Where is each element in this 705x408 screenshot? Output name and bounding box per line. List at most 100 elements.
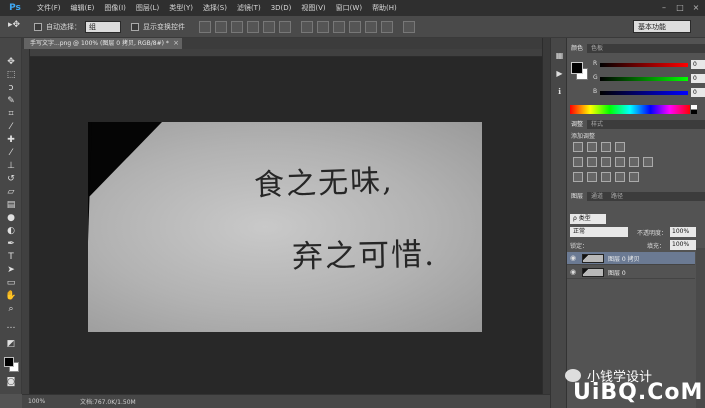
menu-view[interactable]: 视图(V)	[296, 3, 330, 13]
healing-brush-tool-icon[interactable]: ✚	[4, 134, 18, 146]
brush-tool-icon[interactable]: ⁄	[4, 147, 18, 159]
posterize-icon[interactable]	[587, 172, 597, 182]
maximize-icon[interactable]: □	[673, 2, 687, 14]
tab-paths[interactable]: 路径	[607, 192, 627, 201]
menu-image[interactable]: 图像(I)	[99, 3, 131, 13]
layer-row[interactable]: ◉ 图层 0 拷贝	[567, 252, 695, 265]
eye-icon[interactable]: ◉	[567, 268, 579, 276]
red-value[interactable]: 0	[691, 60, 705, 69]
color-spectrum[interactable]	[570, 105, 690, 114]
distribute-left-icon[interactable]	[349, 20, 361, 33]
tab-color[interactable]: 颜色	[567, 44, 588, 53]
tab-styles[interactable]: 样式	[587, 120, 607, 129]
layer-row[interactable]: ◉ 图层 0	[567, 266, 695, 279]
close-icon[interactable]: ×	[689, 2, 703, 14]
color-balance-icon[interactable]	[601, 157, 611, 167]
quick-select-tool-icon[interactable]: ✎	[4, 95, 18, 107]
hand-tool-icon[interactable]: ✋	[4, 290, 18, 302]
fill-input[interactable]: 100%	[670, 240, 696, 250]
blue-value[interactable]: 0	[691, 88, 705, 97]
auto-select-dropdown[interactable]: 组	[85, 20, 121, 33]
blend-mode-select[interactable]: 正常	[570, 227, 628, 237]
history-panel-icon[interactable]: ▦	[554, 50, 565, 61]
menu-type[interactable]: 类型(Y)	[164, 3, 198, 13]
type-tool-icon[interactable]: T	[4, 251, 18, 263]
brightness-icon[interactable]	[573, 142, 583, 152]
actions-panel-icon[interactable]: ▶	[554, 68, 565, 79]
blue-slider[interactable]: B 0	[593, 88, 705, 98]
align-left-icon[interactable]	[247, 20, 259, 33]
foreground-color-swatch[interactable]	[4, 357, 14, 367]
invert-icon[interactable]	[573, 172, 583, 182]
workspace-dropdown[interactable]: 基本功能	[633, 20, 691, 33]
hue-saturation-icon[interactable]	[587, 157, 597, 167]
quick-mask-icon[interactable]: ◙	[4, 376, 18, 388]
menu-help[interactable]: 帮助(H)	[367, 3, 402, 13]
menu-3d[interactable]: 3D(D)	[266, 4, 297, 12]
tab-close-icon[interactable]: ×	[173, 38, 179, 49]
clone-stamp-tool-icon[interactable]: ⊥	[4, 160, 18, 172]
opacity-input[interactable]: 100%	[670, 227, 696, 237]
zoom-tool-icon[interactable]: ⌕	[4, 303, 18, 315]
curves-icon[interactable]	[601, 142, 611, 152]
distribute-bottom-icon[interactable]	[333, 20, 345, 33]
eye-icon[interactable]: ◉	[567, 254, 579, 262]
exposure-icon[interactable]	[615, 142, 625, 152]
auto-select-checkbox[interactable]	[34, 22, 42, 31]
levels-icon[interactable]	[587, 142, 597, 152]
tab-channels[interactable]: 通道	[587, 192, 607, 201]
lasso-tool-icon[interactable]: ↄ	[4, 82, 18, 94]
minimize-icon[interactable]: –	[657, 2, 671, 14]
dodge-tool-icon[interactable]: ◐	[4, 225, 18, 237]
distribute-right-icon[interactable]	[381, 20, 393, 33]
selective-color-icon[interactable]	[629, 172, 639, 182]
menu-edit[interactable]: 编辑(E)	[66, 3, 100, 13]
pen-tool-icon[interactable]: ✒	[4, 238, 18, 250]
tab-swatches[interactable]: 色板	[587, 44, 607, 53]
gradient-tool-icon[interactable]: ▤	[4, 199, 18, 211]
document-tab[interactable]: 手写文字...png @ 100% (图层 0 拷贝, RGB/8#) * ×	[24, 38, 182, 49]
black-white-icon[interactable]	[615, 157, 625, 167]
red-track[interactable]	[600, 63, 688, 67]
black-white-ramp[interactable]	[691, 105, 697, 114]
properties-panel-icon[interactable]: ℹ	[554, 86, 565, 97]
distribute-top-icon[interactable]	[301, 20, 313, 33]
vibrance-icon[interactable]	[573, 157, 583, 167]
green-track[interactable]	[600, 77, 688, 81]
history-brush-tool-icon[interactable]: ↺	[4, 173, 18, 185]
blue-track[interactable]	[600, 91, 688, 95]
eraser-tool-icon[interactable]: ▱	[4, 186, 18, 198]
default-colors-icon[interactable]: ◩	[4, 338, 18, 350]
eyedropper-tool-icon[interactable]: ⁄	[4, 121, 18, 133]
align-center-icon[interactable]	[263, 20, 275, 33]
photo-filter-icon[interactable]	[629, 157, 639, 167]
distribute-center-icon[interactable]	[365, 20, 377, 33]
auto-align-icon[interactable]	[403, 20, 415, 33]
move-tool-icon[interactable]: ▸✥	[8, 20, 28, 34]
tab-adjustments[interactable]: 调整	[567, 120, 588, 129]
align-middle-icon[interactable]	[215, 20, 227, 33]
tab-layers[interactable]: 图层	[567, 192, 588, 201]
canvas-scrollbar[interactable]	[542, 38, 550, 394]
layer-kind-filter[interactable]: ρ 类型	[570, 214, 606, 224]
align-right-icon[interactable]	[279, 20, 291, 33]
transform-controls-checkbox[interactable]	[131, 22, 139, 31]
move-tool-icon[interactable]: ✥	[4, 56, 18, 68]
green-slider[interactable]: G 0	[593, 74, 705, 84]
threshold-icon[interactable]	[601, 172, 611, 182]
path-select-tool-icon[interactable]: ➤	[4, 264, 18, 276]
gradient-map-icon[interactable]	[615, 172, 625, 182]
menu-select[interactable]: 选择(S)	[198, 3, 232, 13]
menu-file[interactable]: 文件(F)	[32, 3, 66, 13]
crop-tool-icon[interactable]: ⌗	[4, 108, 18, 120]
zoom-level[interactable]: 100%	[22, 398, 62, 405]
green-value[interactable]: 0	[691, 74, 705, 83]
menu-layer[interactable]: 图层(L)	[131, 3, 164, 13]
channel-mixer-icon[interactable]	[643, 157, 653, 167]
menu-window[interactable]: 窗口(W)	[331, 3, 367, 13]
panel-foreground-swatch[interactable]	[571, 62, 583, 74]
menu-filter[interactable]: 滤镜(T)	[232, 3, 266, 13]
shape-tool-icon[interactable]: ▭	[4, 277, 18, 289]
distribute-middle-icon[interactable]	[317, 20, 329, 33]
extra-tools-icon[interactable]: …	[4, 320, 18, 332]
